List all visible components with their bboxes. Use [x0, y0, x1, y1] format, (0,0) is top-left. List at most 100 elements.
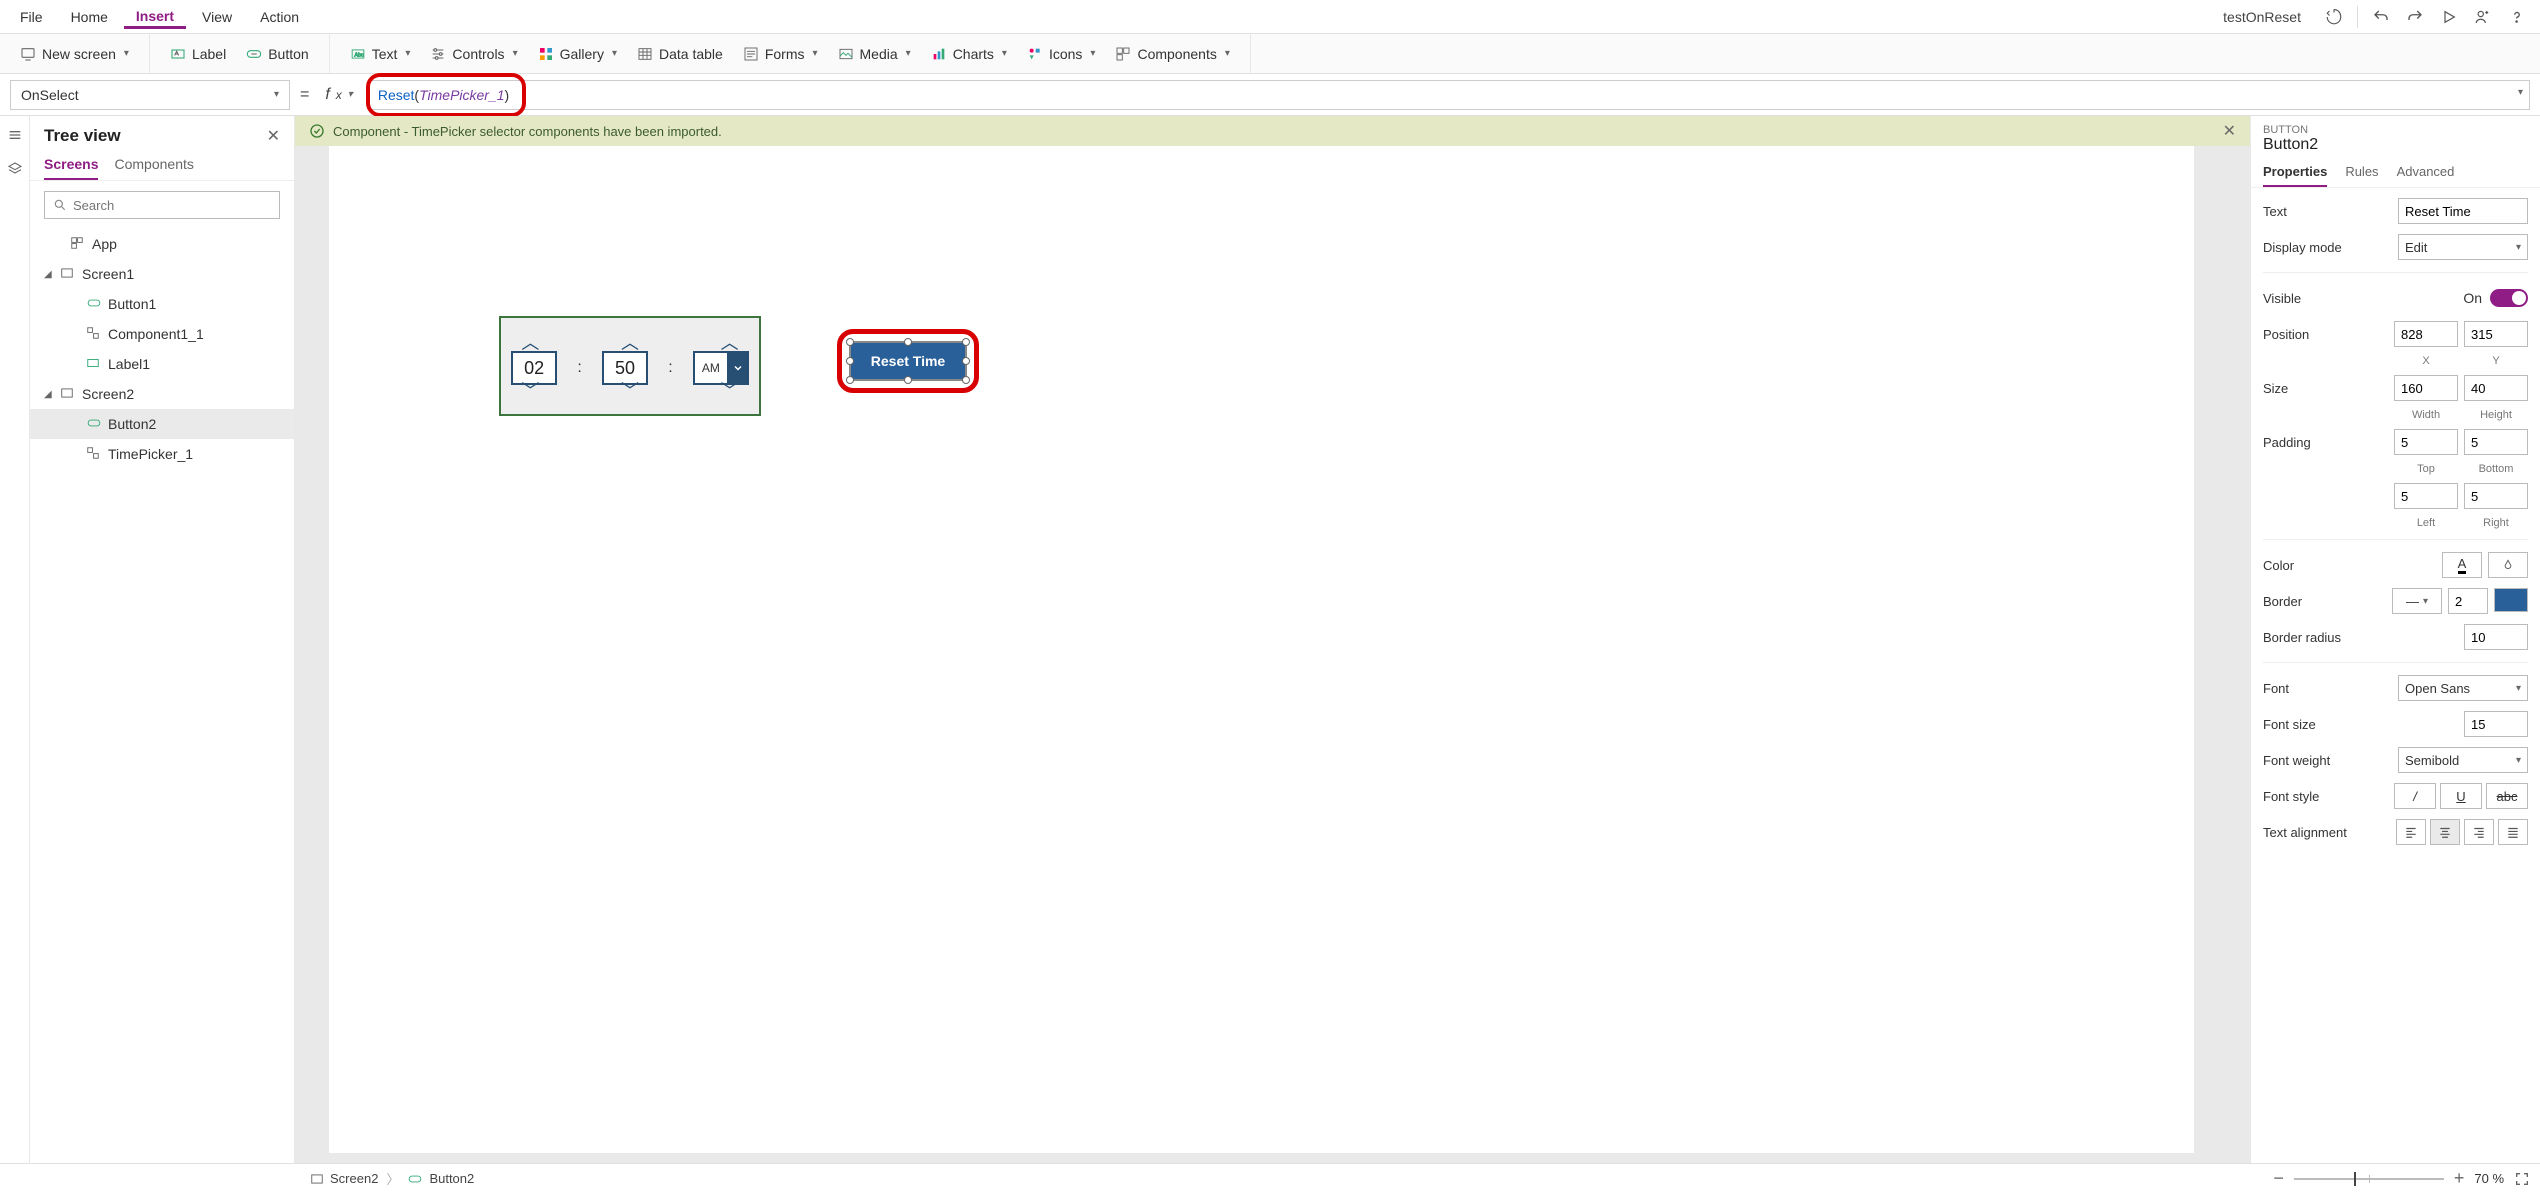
resize-handle[interactable] — [846, 376, 854, 384]
controls-button[interactable]: Controls▾ — [422, 42, 525, 66]
tab-screens[interactable]: Screens — [44, 156, 98, 180]
search-input[interactable] — [44, 191, 280, 219]
strike-button[interactable]: abc — [2486, 783, 2528, 809]
datatable-button[interactable]: Data table — [629, 42, 731, 66]
close-icon[interactable]: ✕ — [267, 126, 280, 146]
fill-color-button[interactable] — [2488, 552, 2528, 578]
prop-text-input[interactable] — [2398, 198, 2528, 224]
new-screen-button[interactable]: New screen ▾ — [12, 42, 137, 66]
menu-file[interactable]: File — [8, 5, 55, 29]
search-field[interactable] — [73, 198, 271, 213]
play-icon[interactable] — [2434, 2, 2464, 32]
zoom-out-button[interactable]: − — [2273, 1168, 2284, 1189]
expand-formula-icon[interactable]: ▾ — [2518, 87, 2523, 98]
property-selector[interactable]: OnSelect ▾ — [10, 80, 290, 110]
caret-icon[interactable]: ◢ — [44, 389, 54, 400]
menu-view[interactable]: View — [190, 5, 244, 29]
gallery-button[interactable]: Gallery▾ — [530, 42, 625, 66]
tree-app-label: App — [92, 236, 117, 252]
tree-app[interactable]: App — [30, 229, 294, 259]
tree-item-label: Screen1 — [82, 266, 134, 282]
italic-button[interactable]: / — [2394, 783, 2436, 809]
zoom-slider[interactable] — [2294, 1178, 2444, 1180]
height-input[interactable] — [2464, 375, 2528, 401]
align-right-button[interactable] — [2464, 819, 2494, 845]
ampm-down-icon[interactable]: ﹀ — [721, 377, 739, 403]
tree-button2[interactable]: Button2 — [30, 409, 294, 439]
tab-advanced[interactable]: Advanced — [2397, 164, 2455, 187]
pos-x-input[interactable] — [2394, 321, 2458, 347]
font-size-input[interactable] — [2464, 711, 2528, 737]
charts-button[interactable]: Charts▾ — [923, 42, 1015, 66]
reset-time-button[interactable]: Reset Time — [849, 341, 967, 381]
tab-properties[interactable]: Properties — [2263, 164, 2327, 187]
tab-components[interactable]: Components — [114, 156, 193, 180]
align-center-button[interactable] — [2430, 819, 2460, 845]
border-style-button[interactable]: —▾ — [2392, 588, 2442, 614]
resize-handle[interactable] — [962, 338, 970, 346]
font-color-button[interactable]: A — [2442, 552, 2482, 578]
help-icon[interactable] — [2502, 2, 2532, 32]
underline-button[interactable]: U — [2440, 783, 2482, 809]
resize-handle[interactable] — [962, 376, 970, 384]
share-icon[interactable] — [2468, 2, 2498, 32]
chevron-down-icon: ▾ — [124, 48, 129, 59]
undo-icon[interactable] — [2366, 2, 2396, 32]
tree-timepicker1[interactable]: TimePicker_1 — [30, 439, 294, 469]
media-label: Media — [860, 46, 898, 62]
redo-icon[interactable] — [2400, 2, 2430, 32]
font-select[interactable]: Open Sans▾ — [2398, 675, 2528, 701]
resize-handle[interactable] — [904, 376, 912, 384]
tree-button1[interactable]: Button1 — [30, 289, 294, 319]
tree-screen1[interactable]: ◢ Screen1 — [30, 259, 294, 289]
menu-action[interactable]: Action — [248, 5, 311, 29]
align-left-button[interactable] — [2396, 819, 2426, 845]
forms-button[interactable]: Forms▾ — [735, 42, 826, 66]
timepicker-control[interactable]: ︿ ︿ ︿ 02 : 50 : AM ﹀ — [499, 316, 761, 416]
width-input[interactable] — [2394, 375, 2458, 401]
breadcrumb-screen[interactable]: Screen2 — [310, 1171, 378, 1186]
visible-toggle[interactable] — [2490, 289, 2528, 307]
canvas[interactable]: ︿ ︿ ︿ 02 : 50 : AM ﹀ — [329, 146, 2194, 1153]
fullscreen-icon[interactable] — [2514, 1171, 2530, 1187]
border-radius-input[interactable] — [2464, 624, 2528, 650]
pad-bottom-input[interactable] — [2464, 429, 2528, 455]
layers-icon[interactable] — [4, 158, 26, 180]
breadcrumb-control[interactable]: Button2 — [407, 1171, 474, 1186]
pos-y-input[interactable] — [2464, 321, 2528, 347]
icons-button[interactable]: Icons▾ — [1019, 42, 1104, 66]
tree-component1[interactable]: Component1_1 — [30, 319, 294, 349]
caret-icon[interactable]: ◢ — [44, 269, 54, 280]
text-button[interactable]: AbcText▾ — [342, 42, 419, 66]
fx-button[interactable]: fx▾ — [319, 86, 358, 104]
formula-input[interactable]: Reset(TimePicker_1) ▾ — [369, 80, 2530, 110]
prop-displaymode-select[interactable]: Edit▾ — [2398, 234, 2528, 260]
menu-home[interactable]: Home — [59, 5, 120, 29]
font-weight-select[interactable]: Semibold▾ — [2398, 747, 2528, 773]
minute-down-icon[interactable]: ﹀ — [621, 377, 639, 403]
border-color-swatch[interactable] — [2494, 588, 2528, 612]
resize-handle[interactable] — [846, 357, 854, 365]
zoom-value: 70 — [2474, 1171, 2488, 1186]
resize-handle[interactable] — [846, 338, 854, 346]
tab-rules[interactable]: Rules — [2345, 164, 2378, 187]
resize-handle[interactable] — [904, 338, 912, 346]
components-button[interactable]: Components▾ — [1107, 42, 1237, 66]
pad-right-input[interactable] — [2464, 483, 2528, 509]
hour-down-icon[interactable]: ﹀ — [521, 377, 539, 403]
close-icon[interactable]: ✕ — [2223, 121, 2236, 141]
tree-screen2[interactable]: ◢ Screen2 — [30, 379, 294, 409]
zoom-in-button[interactable]: + — [2454, 1168, 2465, 1189]
align-justify-button[interactable] — [2498, 819, 2528, 845]
label-button[interactable]: Label — [162, 42, 234, 66]
menu-insert[interactable]: Insert — [124, 4, 186, 29]
resize-handle[interactable] — [962, 357, 970, 365]
pad-top-input[interactable] — [2394, 429, 2458, 455]
border-width-input[interactable] — [2448, 588, 2488, 614]
button-button[interactable]: Button — [238, 42, 316, 66]
tree-label1[interactable]: Label1 — [30, 349, 294, 379]
pad-left-input[interactable] — [2394, 483, 2458, 509]
media-button[interactable]: Media▾ — [830, 42, 919, 66]
version-history-icon[interactable] — [2319, 2, 2349, 32]
hamburger-icon[interactable] — [4, 124, 26, 146]
